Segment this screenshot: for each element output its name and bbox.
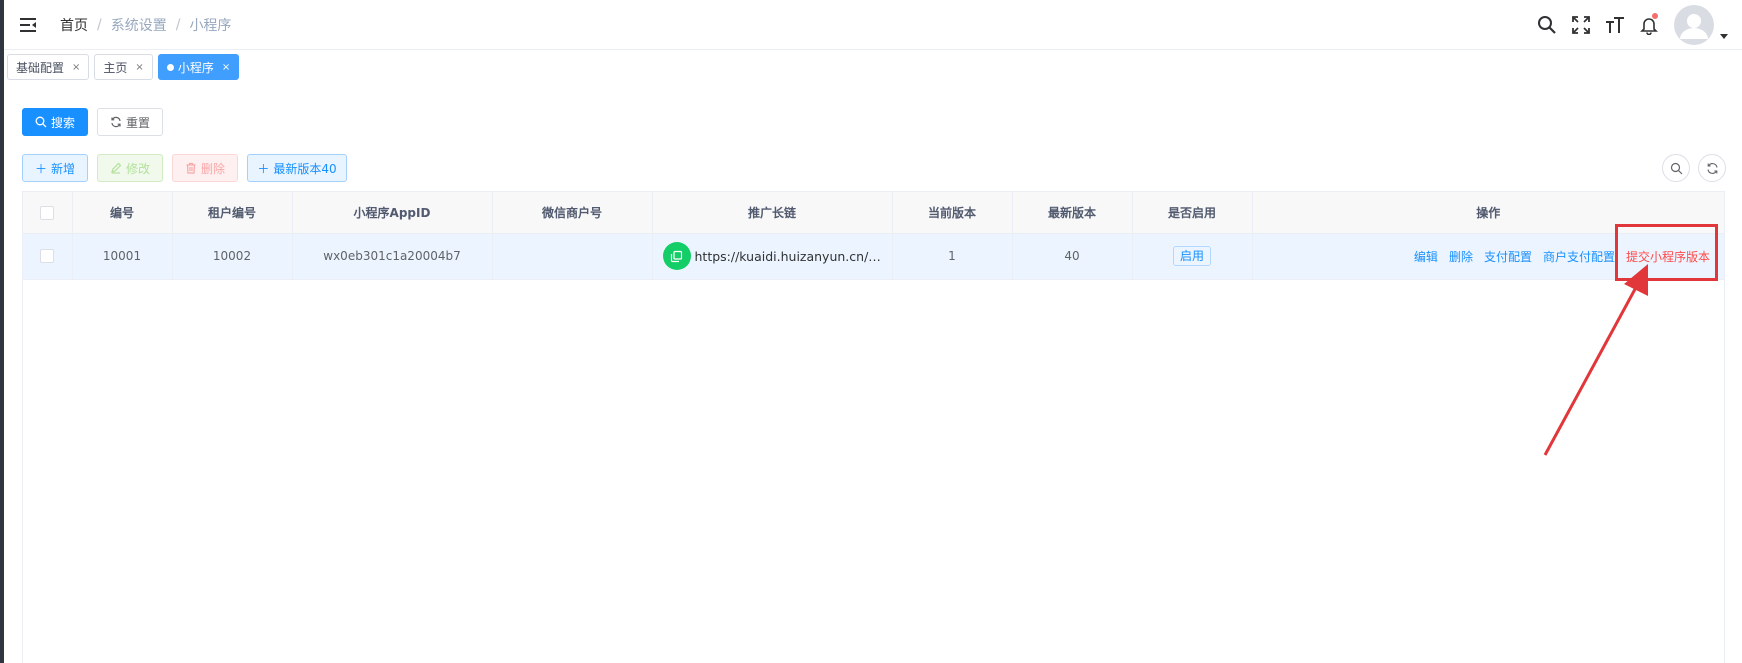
avatar[interactable]	[1674, 5, 1714, 45]
copy-icon[interactable]	[662, 242, 691, 270]
reset-button[interactable]: 重置	[97, 108, 163, 136]
plus-icon: ＋	[34, 161, 47, 176]
reset-button-label: 重置	[125, 115, 150, 130]
tag-basic-config[interactable]: 基础配置 ×	[7, 54, 90, 80]
cell-id: 10001	[72, 233, 173, 280]
trash-icon	[185, 162, 197, 174]
notification-dot	[1652, 13, 1658, 19]
column-header-appid: 小程序AppID	[292, 192, 493, 234]
table-row: 10001 10002 wx0eb301c1a20004b7 https://k…	[23, 233, 1724, 280]
delete-button-label: 删除	[200, 161, 225, 176]
cell-current-version: 1	[892, 233, 1013, 280]
column-header-merchant-no: 微信商户号	[492, 192, 653, 234]
plus-icon: ＋	[257, 161, 270, 176]
cell-promo-link: https://kuaidi.huizanyun.cn/prod...	[652, 233, 893, 280]
app-root: 首页 / 系统设置 / 小程序 基础配置 × 主页 × 小程序 × 搜索 重置 …	[4, 0, 1742, 663]
top-navbar: 首页 / 系统设置 / 小程序	[4, 0, 1742, 50]
breadcrumb-home[interactable]: 首页	[60, 15, 88, 35]
bell-icon[interactable]	[1632, 0, 1666, 50]
data-table: 编号 租户编号 小程序AppID 微信商户号 推广长链 当前版本 最新版本 是否…	[22, 191, 1725, 663]
latest-version-button[interactable]: ＋ 最新版本40	[247, 154, 347, 182]
row-merchant-payment-config-link[interactable]: 商户支付配置	[1543, 248, 1615, 265]
breadcrumb-mini-program: 小程序	[189, 18, 232, 34]
column-header-tenant-id: 租户编号	[172, 192, 293, 234]
breadcrumb-separator: /	[175, 17, 181, 33]
row-select-cell	[23, 233, 73, 280]
close-icon[interactable]: ×	[72, 62, 80, 73]
column-header-enabled: 是否启用	[1132, 192, 1253, 234]
cell-actions: 编辑 删除 支付配置 商户支付配置 提交小程序版本	[1252, 233, 1724, 280]
pencil-icon	[110, 162, 122, 174]
refresh-table-button[interactable]	[1698, 154, 1726, 182]
delete-button[interactable]: 删除	[172, 154, 238, 182]
cell-enabled: 启用	[1132, 233, 1253, 280]
refresh-icon	[1706, 162, 1718, 174]
tag-label: 主页	[103, 60, 128, 75]
tags-view: 基础配置 × 主页 × 小程序 ×	[7, 54, 244, 80]
column-header-id: 编号	[72, 192, 173, 234]
hamburger-menu-icon[interactable]	[18, 14, 40, 36]
tag-home[interactable]: 主页 ×	[94, 54, 153, 80]
cell-merchant-no	[492, 233, 653, 280]
status-badge: 启用	[1172, 246, 1211, 266]
cell-tenant-id: 10002	[172, 233, 293, 280]
select-all-cell	[23, 192, 73, 234]
active-dot-icon	[166, 63, 174, 71]
tag-label: 小程序	[177, 60, 214, 75]
search-icon	[35, 116, 47, 128]
select-all-checkbox[interactable]	[40, 205, 55, 220]
toggle-search-button[interactable]	[1662, 154, 1690, 182]
column-header-current-version: 当前版本	[892, 192, 1013, 234]
row-checkbox[interactable]	[40, 249, 55, 264]
fullscreen-icon[interactable]	[1564, 0, 1598, 50]
close-icon[interactable]: ×	[222, 62, 230, 73]
cell-appid: wx0eb301c1a20004b7	[292, 233, 493, 280]
breadcrumb-system-settings: 系统设置	[110, 18, 167, 34]
row-submit-version-link[interactable]: 提交小程序版本	[1626, 248, 1710, 265]
close-icon[interactable]: ×	[135, 62, 143, 73]
row-delete-link[interactable]: 删除	[1449, 248, 1473, 265]
breadcrumb-separator: /	[97, 17, 102, 33]
breadcrumb: 首页 / 系统设置 / 小程序	[60, 15, 231, 35]
promo-link-text[interactable]: https://kuaidi.huizanyun.cn/prod...	[695, 249, 883, 264]
table-header-row: 编号 租户编号 小程序AppID 微信商户号 推广长链 当前版本 最新版本 是否…	[23, 192, 1724, 234]
refresh-icon	[110, 116, 122, 128]
search-icon	[1670, 162, 1682, 174]
column-header-promo-link: 推广长链	[652, 192, 893, 234]
add-button-label: 新增	[51, 161, 76, 176]
tag-label: 基础配置	[16, 60, 65, 75]
latest-version-button-label: 最新版本40	[273, 161, 337, 176]
cell-latest-version: 40	[1012, 233, 1133, 280]
row-payment-config-link[interactable]: 支付配置	[1484, 248, 1532, 265]
header-tools	[1530, 0, 1742, 50]
search-button-label: 搜索	[50, 115, 75, 130]
tag-mini-program[interactable]: 小程序 ×	[157, 54, 240, 80]
edit-button[interactable]: 修改	[97, 154, 163, 182]
edit-button-label: 修改	[125, 161, 150, 176]
search-icon[interactable]	[1530, 0, 1564, 50]
font-size-icon[interactable]	[1598, 0, 1632, 50]
add-button[interactable]: ＋ 新增	[22, 154, 88, 182]
chevron-down-icon[interactable]	[1720, 33, 1728, 39]
column-header-latest-version: 最新版本	[1012, 192, 1133, 234]
row-edit-link[interactable]: 编辑	[1414, 248, 1438, 265]
search-button[interactable]: 搜索	[22, 108, 88, 136]
column-header-actions: 操作	[1252, 192, 1724, 234]
